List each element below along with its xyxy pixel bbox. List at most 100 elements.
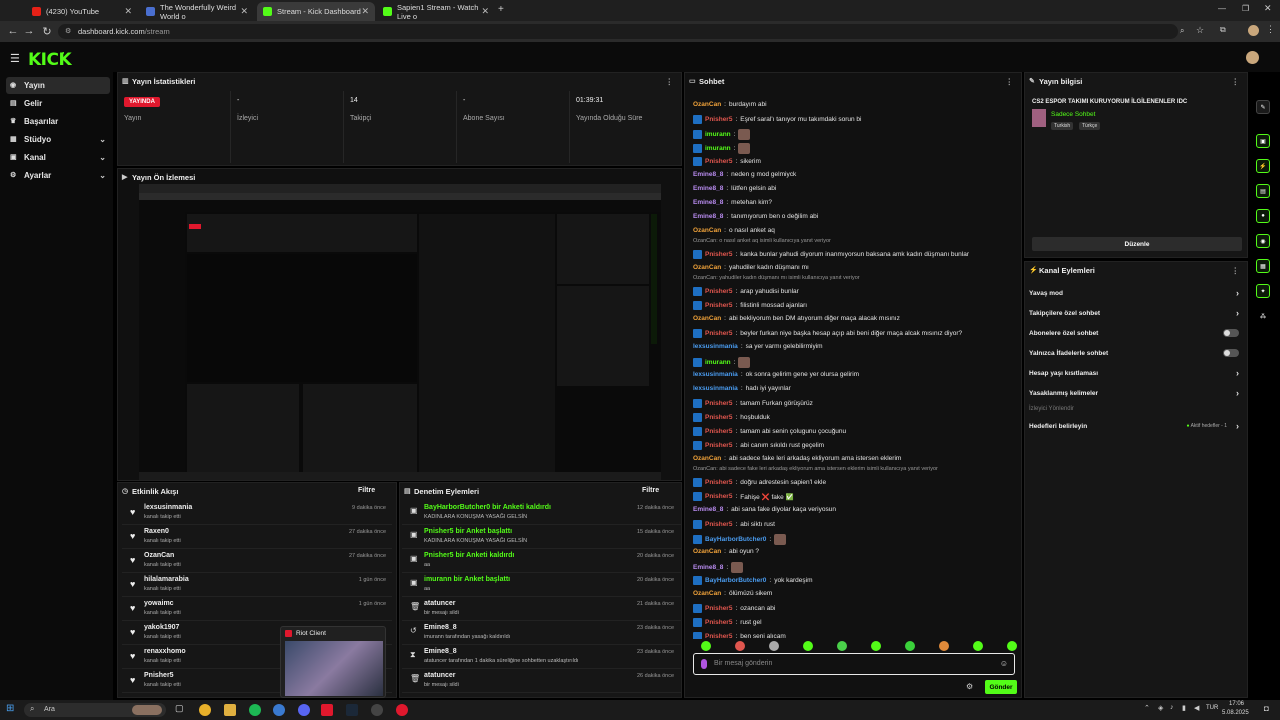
list-item[interactable]: ♥ Raxen0 kanalı takip etti 27 dakika önce <box>122 525 392 549</box>
riot-client-preview[interactable]: Riot Client <box>280 626 386 698</box>
chat-username[interactable]: Pnisher5 <box>705 116 732 123</box>
chat-username[interactable]: Emine8_8 <box>693 199 723 206</box>
chat-message[interactable]: Pnisher5: Fahişe ❌ fake ✅ <box>693 492 794 501</box>
browser-tab-weird-world[interactable]: The Wonderfully Weird World o ✕ <box>140 2 254 21</box>
chat-username[interactable]: Pnisher5 <box>705 302 732 309</box>
emote-icon[interactable] <box>735 641 745 651</box>
chat-message[interactable]: Pnisher5: abi canım sıkıldı rust geçelim <box>693 441 824 450</box>
wrench-icon[interactable]: ✦ <box>1256 284 1270 298</box>
user-avatar[interactable] <box>1246 51 1259 64</box>
new-tab-button[interactable]: + <box>498 4 504 15</box>
chat-message[interactable]: Pnisher5: ozancan abi <box>693 604 775 613</box>
minimize-icon[interactable]: — <box>1218 4 1226 13</box>
chat-message[interactable]: Emine8_8: tanımıyorum ben o değilim abi <box>693 213 818 220</box>
list-item[interactable]: ♥ hilalamarabia kanalı takip etti 1 gün önc… <box>122 573 392 597</box>
chat-username[interactable]: OzanCan <box>693 264 721 271</box>
chat-message[interactable]: OzanCan: yahudiler kadın düşmanı mı <box>693 264 809 271</box>
discord-icon[interactable] <box>298 704 310 716</box>
broadcast-action-icon[interactable]: ◉ <box>1256 234 1270 248</box>
more-options-icon[interactable]: ⁂ <box>1256 309 1270 323</box>
chat-username[interactable]: Pnisher5 <box>705 479 732 486</box>
camera-icon[interactable]: ▣ <box>1256 134 1270 148</box>
chat-username[interactable]: Pnisher5 <box>705 521 732 528</box>
emote-icon[interactable] <box>905 641 915 651</box>
clipboard-icon[interactable]: ▤ <box>1256 184 1270 198</box>
obs-icon[interactable] <box>371 704 383 716</box>
chat-username[interactable]: BayHarborButcher0 <box>705 536 766 543</box>
edit-button[interactable]: Düzenle <box>1032 237 1242 251</box>
emote-icon[interactable] <box>769 641 779 651</box>
chat-username[interactable]: Pnisher5 <box>705 414 732 421</box>
chat-username[interactable]: Emine8_8 <box>693 213 723 220</box>
chat-username[interactable]: lexsusinmania <box>693 343 738 350</box>
activity-filter-button[interactable]: Filtre <box>358 487 375 494</box>
chat-reply-context[interactable]: OzanCan: abi sadece fake leri arkadaş ek… <box>693 466 938 472</box>
tag-badge[interactable]: Türkçe <box>1079 122 1101 130</box>
clock-time[interactable]: 17:06 <box>1229 701 1244 707</box>
sidebar-item-kanal[interactable]: ▣ Kanal ⌄ <box>6 149 110 166</box>
list-item[interactable]: ♥ OzanCan kanalı takip etti 27 dakika önce <box>122 549 392 573</box>
profile-avatar[interactable] <box>1248 25 1259 36</box>
chat-username[interactable]: lexsusinmania <box>693 385 738 392</box>
tray-chevron-icon[interactable]: ⌃ <box>1144 704 1150 712</box>
chat-message[interactable]: Pnisher5: abi siktı rust <box>693 520 775 529</box>
tag-badge[interactable]: Turkish <box>1051 122 1074 130</box>
chat-message[interactable]: Pnisher5: sikerim <box>693 157 761 166</box>
chat-message[interactable]: Pnisher5: kanka bunlar yahudi diyorum ina… <box>693 250 969 259</box>
moderation-filter-button[interactable]: Filtre <box>642 487 659 494</box>
volume-icon[interactable]: ◀ <box>1194 704 1199 712</box>
emote-icon[interactable] <box>1007 641 1017 651</box>
chat-message[interactable]: Emine8_8: abi sana fake diyolar kaça veri… <box>693 506 836 513</box>
chat-message-list[interactable]: OzanCan: burdayım abi Pnisher5: Eşref saral… <box>685 89 1023 639</box>
menu-icon[interactable]: ☰ <box>10 52 20 65</box>
goals-row[interactable]: Hedefleri belirleyin ● Aktif hedefler - … <box>1029 417 1241 435</box>
chat-username[interactable]: OzanCan <box>693 101 721 108</box>
list-item[interactable]: ▣ imurann bir Anket başlattı aa 20 dakika ö… <box>402 573 682 597</box>
sidebar-item-yayin[interactable]: ◉ Yayın <box>6 77 110 94</box>
chat-message[interactable]: imurann: <box>693 357 751 368</box>
chat-message[interactable]: Pnisher5: rust gel <box>693 618 762 627</box>
chat-username[interactable]: Pnisher5 <box>705 428 732 435</box>
panel-menu-icon[interactable]: ⋮ <box>666 77 674 86</box>
emote-icon[interactable] <box>939 641 949 651</box>
chat-username[interactable]: imurann <box>705 145 731 152</box>
kick-logo[interactable]: KICK <box>28 50 72 70</box>
panel-menu-icon[interactable]: ⋮ <box>1232 266 1240 275</box>
chat-message[interactable]: lexsusinmania: sa yer varmı gelebilirmiyi… <box>693 343 823 350</box>
emoji-icon[interactable]: ☺ <box>1000 659 1008 668</box>
chat-username[interactable]: Emine8_8 <box>693 506 723 513</box>
chat-message[interactable]: lexsusinmania: ok sonra gelirim gene yer … <box>693 371 859 378</box>
chat-username[interactable]: OzanCan <box>693 227 721 234</box>
maximize-icon[interactable]: ❐ <box>1242 4 1249 13</box>
chat-message[interactable]: Emine8_8: <box>693 562 744 573</box>
chat-message[interactable]: Emine8_8: lütfen gelsin abi <box>693 185 776 192</box>
slow-mode-row[interactable]: Yavaş mod › <box>1029 284 1241 302</box>
account-age-row[interactable]: Hesap yaşı kısıtlaması › <box>1029 364 1241 382</box>
chat-username[interactable]: Pnisher5 <box>705 330 732 337</box>
chat-message[interactable]: OzanCan: abi sadece fake leri arkadaş ekl… <box>693 455 901 462</box>
chat-message[interactable]: Pnisher5: ben seni alıcam <box>693 632 786 639</box>
zoom-icon[interactable]: ⌕ <box>1180 26 1184 36</box>
url-field[interactable]: ⚙ dashboard.kick.com/stream <box>58 24 1178 39</box>
chat-message[interactable]: Pnisher5: filistinli mossad ajanları <box>693 301 807 310</box>
forward-icon[interactable]: → <box>20 25 38 37</box>
chat-message[interactable]: Pnisher5: doğru adrestesin sapien'l ekle <box>693 478 826 487</box>
chat-message[interactable]: Pnisher5: tamam Furkan görüşürüz <box>693 399 813 408</box>
file-explorer-icon[interactable] <box>224 704 236 716</box>
chat-message[interactable]: imurann: <box>693 129 751 140</box>
browser-tab-sapien-stream[interactable]: Sapien1 Stream - Watch Live o ✕ <box>377 2 495 21</box>
list-item[interactable]: ▣ Pnisher5 bir Anket başlattı KADINLARA KO… <box>402 525 682 549</box>
emote-icon[interactable] <box>701 641 711 651</box>
browser-tab-youtube[interactable]: (4230) YouTube ✕ <box>26 2 138 21</box>
message-icon[interactable]: ● <box>1256 209 1270 223</box>
chat-input[interactable]: Bir mesaj gönderin ☺ <box>693 653 1015 675</box>
network-icon[interactable]: ▮ <box>1182 704 1186 712</box>
category-link[interactable]: Sadece Sohbet <box>1051 111 1095 118</box>
chat-message[interactable]: Pnisher5: hoşbulduk <box>693 413 770 422</box>
list-item[interactable]: ⧗ Emine8_8 atatuncer tarafından 1 dakika s… <box>402 645 682 669</box>
chat-username[interactable]: Emine8_8 <box>693 564 723 571</box>
chat-username[interactable]: Pnisher5 <box>705 400 732 407</box>
emote-icon[interactable] <box>871 641 881 651</box>
chat-username[interactable]: BayHarborButcher0 <box>705 577 766 584</box>
chat-username[interactable]: lexsusinmania <box>693 371 738 378</box>
